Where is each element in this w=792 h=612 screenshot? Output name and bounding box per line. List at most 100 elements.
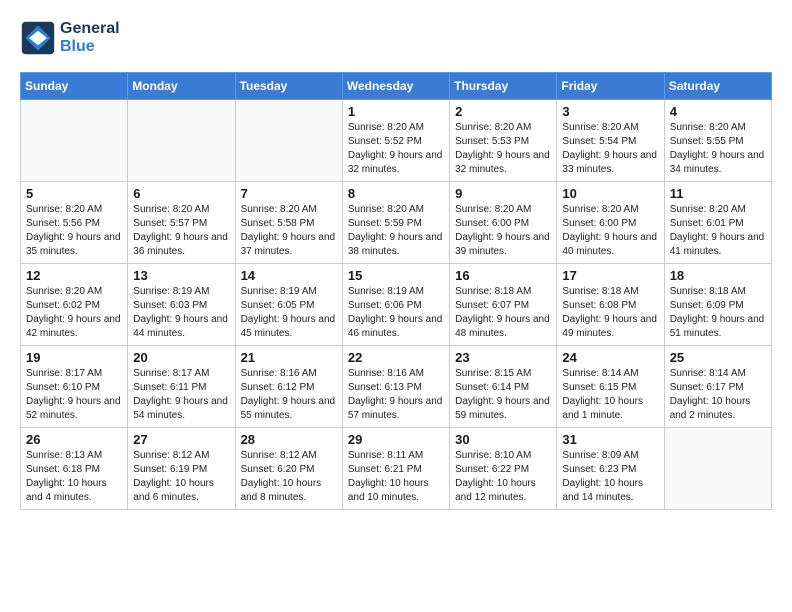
day-info: Sunrise: 8:12 AM Sunset: 6:19 PM Dayligh…: [133, 449, 229, 505]
day-info: Sunrise: 8:20 AM Sunset: 5:57 PM Dayligh…: [133, 203, 229, 259]
day-info: Sunrise: 8:17 AM Sunset: 6:11 PM Dayligh…: [133, 367, 229, 423]
calendar-cell: 29Sunrise: 8:11 AM Sunset: 6:21 PM Dayli…: [342, 428, 449, 510]
day-number: 23: [455, 350, 551, 365]
day-info: Sunrise: 8:15 AM Sunset: 6:14 PM Dayligh…: [455, 367, 551, 423]
week-row-1: 1 Sunrise: 8:20 AM Sunset: 5:52 PM Daylig…: [21, 100, 772, 182]
day-number: 22: [348, 350, 444, 365]
day-info: Sunrise: 8:09 AM Sunset: 6:23 PM Dayligh…: [562, 449, 658, 505]
calendar-cell: 24 Sunrise: 8:14 AM Sunset: 6:15 PM Dayli…: [557, 346, 664, 428]
day-number: 5: [26, 186, 122, 201]
calendar-cell: [128, 100, 235, 182]
day-number: 29: [348, 432, 444, 447]
day-info: Sunrise: 8:18 AM Sunset: 6:08 PM Dayligh…: [562, 285, 658, 341]
calendar-cell: 15Sunrise: 8:19 AM Sunset: 6:06 PM Dayli…: [342, 264, 449, 346]
calendar-cell: 12Sunrise: 8:20 AM Sunset: 6:02 PM Dayli…: [21, 264, 128, 346]
weekday-header-thursday: Thursday: [450, 73, 557, 100]
calendar-cell: 13 Sunrise: 8:19 AM Sunset: 6:03 PM Dayli…: [128, 264, 235, 346]
weekday-header-wednesday: Wednesday: [342, 73, 449, 100]
day-info: Sunrise: 8:12 AM Sunset: 6:20 PM Dayligh…: [241, 449, 337, 505]
day-info: Sunrise: 8:19 AM Sunset: 6:03 PM Dayligh…: [133, 285, 229, 341]
day-info: Sunrise: 8:20 AM Sunset: 5:52 PM Dayligh…: [348, 121, 444, 177]
week-row-3: 12Sunrise: 8:20 AM Sunset: 6:02 PM Dayli…: [21, 264, 772, 346]
calendar-cell: 9 Sunrise: 8:20 AM Sunset: 6:00 PM Daylig…: [450, 182, 557, 264]
logo-icon: [20, 20, 56, 56]
day-number: 10: [562, 186, 658, 201]
calendar-cell: 17Sunrise: 8:18 AM Sunset: 6:08 PM Dayli…: [557, 264, 664, 346]
calendar-cell: 16 Sunrise: 8:18 AM Sunset: 6:07 PM Dayli…: [450, 264, 557, 346]
day-number: 8: [348, 186, 444, 201]
logo-text: General Blue: [60, 20, 120, 56]
calendar-cell: 11Sunrise: 8:20 AM Sunset: 6:01 PM Dayli…: [664, 182, 771, 264]
logo: General Blue: [20, 20, 120, 56]
day-number: 19: [26, 350, 122, 365]
day-number: 15: [348, 268, 444, 283]
weekday-header-friday: Friday: [557, 73, 664, 100]
day-number: 6: [133, 186, 229, 201]
day-number: 13: [133, 268, 229, 283]
calendar-cell: 31 Sunrise: 8:09 AM Sunset: 6:23 PM Dayli…: [557, 428, 664, 510]
weekday-header-saturday: Saturday: [664, 73, 771, 100]
day-number: 16: [455, 268, 551, 283]
weekday-header-sunday: Sunday: [21, 73, 128, 100]
day-number: 14: [241, 268, 337, 283]
calendar-cell: 28 Sunrise: 8:12 AM Sunset: 6:20 PM Dayli…: [235, 428, 342, 510]
day-info: Sunrise: 8:18 AM Sunset: 6:07 PM Dayligh…: [455, 285, 551, 341]
day-info: Sunrise: 8:20 AM Sunset: 6:00 PM Dayligh…: [455, 203, 551, 259]
day-info: Sunrise: 8:20 AM Sunset: 6:00 PM Dayligh…: [562, 203, 658, 259]
day-number: 31: [562, 432, 658, 447]
day-number: 9: [455, 186, 551, 201]
calendar-cell: 8 Sunrise: 8:20 AM Sunset: 5:59 PM Daylig…: [342, 182, 449, 264]
week-row-4: 19 Sunrise: 8:17 AM Sunset: 6:10 PM Dayli…: [21, 346, 772, 428]
day-info: Sunrise: 8:13 AM Sunset: 6:18 PM Dayligh…: [26, 449, 122, 505]
calendar-cell: 21 Sunrise: 8:16 AM Sunset: 6:12 PM Dayli…: [235, 346, 342, 428]
calendar-body: 1 Sunrise: 8:20 AM Sunset: 5:52 PM Daylig…: [21, 100, 772, 510]
calendar-cell: [235, 100, 342, 182]
day-info: Sunrise: 8:20 AM Sunset: 5:55 PM Dayligh…: [670, 121, 766, 177]
day-number: 20: [133, 350, 229, 365]
calendar-cell: 22 Sunrise: 8:16 AM Sunset: 6:13 PM Dayli…: [342, 346, 449, 428]
day-number: 18: [670, 268, 766, 283]
day-info: Sunrise: 8:20 AM Sunset: 5:54 PM Dayligh…: [562, 121, 658, 177]
weekday-row: SundayMondayTuesdayWednesdayThursdayFrid…: [21, 73, 772, 100]
day-number: 24: [562, 350, 658, 365]
day-info: Sunrise: 8:14 AM Sunset: 6:17 PM Dayligh…: [670, 367, 766, 423]
day-info: Sunrise: 8:16 AM Sunset: 6:13 PM Dayligh…: [348, 367, 444, 423]
calendar-cell: 14 Sunrise: 8:19 AM Sunset: 6:05 PM Dayli…: [235, 264, 342, 346]
day-number: 3: [562, 104, 658, 119]
day-number: 26: [26, 432, 122, 447]
calendar-cell: 26 Sunrise: 8:13 AM Sunset: 6:18 PM Dayli…: [21, 428, 128, 510]
day-info: Sunrise: 8:10 AM Sunset: 6:22 PM Dayligh…: [455, 449, 551, 505]
calendar-cell: 27Sunrise: 8:12 AM Sunset: 6:19 PM Dayli…: [128, 428, 235, 510]
weekday-header-monday: Monday: [128, 73, 235, 100]
day-info: Sunrise: 8:19 AM Sunset: 6:05 PM Dayligh…: [241, 285, 337, 341]
calendar-cell: 19 Sunrise: 8:17 AM Sunset: 6:10 PM Dayli…: [21, 346, 128, 428]
day-number: 7: [241, 186, 337, 201]
calendar-header: SundayMondayTuesdayWednesdayThursdayFrid…: [21, 73, 772, 100]
weekday-header-tuesday: Tuesday: [235, 73, 342, 100]
calendar-cell: [21, 100, 128, 182]
calendar-cell: 25Sunrise: 8:14 AM Sunset: 6:17 PM Dayli…: [664, 346, 771, 428]
day-number: 30: [455, 432, 551, 447]
day-number: 11: [670, 186, 766, 201]
day-info: Sunrise: 8:20 AM Sunset: 5:59 PM Dayligh…: [348, 203, 444, 259]
day-info: Sunrise: 8:17 AM Sunset: 6:10 PM Dayligh…: [26, 367, 122, 423]
day-number: 28: [241, 432, 337, 447]
calendar-cell: 30 Sunrise: 8:10 AM Sunset: 6:22 PM Dayli…: [450, 428, 557, 510]
calendar-cell: 7Sunrise: 8:20 AM Sunset: 5:58 PM Daylig…: [235, 182, 342, 264]
day-info: Sunrise: 8:20 AM Sunset: 5:56 PM Dayligh…: [26, 203, 122, 259]
day-number: 1: [348, 104, 444, 119]
week-row-5: 26 Sunrise: 8:13 AM Sunset: 6:18 PM Dayli…: [21, 428, 772, 510]
page-header: General Blue: [20, 20, 772, 56]
day-info: Sunrise: 8:20 AM Sunset: 6:02 PM Dayligh…: [26, 285, 122, 341]
calendar-cell: 18 Sunrise: 8:18 AM Sunset: 6:09 PM Dayli…: [664, 264, 771, 346]
day-info: Sunrise: 8:18 AM Sunset: 6:09 PM Dayligh…: [670, 285, 766, 341]
calendar-cell: 10 Sunrise: 8:20 AM Sunset: 6:00 PM Dayli…: [557, 182, 664, 264]
calendar-cell: 20 Sunrise: 8:17 AM Sunset: 6:11 PM Dayli…: [128, 346, 235, 428]
calendar-cell: 5 Sunrise: 8:20 AM Sunset: 5:56 PM Daylig…: [21, 182, 128, 264]
day-info: Sunrise: 8:16 AM Sunset: 6:12 PM Dayligh…: [241, 367, 337, 423]
calendar-table: SundayMondayTuesdayWednesdayThursdayFrid…: [20, 72, 772, 510]
day-info: Sunrise: 8:14 AM Sunset: 6:15 PM Dayligh…: [562, 367, 658, 423]
calendar-cell: 1 Sunrise: 8:20 AM Sunset: 5:52 PM Daylig…: [342, 100, 449, 182]
day-number: 21: [241, 350, 337, 365]
calendar-cell: 3 Sunrise: 8:20 AM Sunset: 5:54 PM Daylig…: [557, 100, 664, 182]
